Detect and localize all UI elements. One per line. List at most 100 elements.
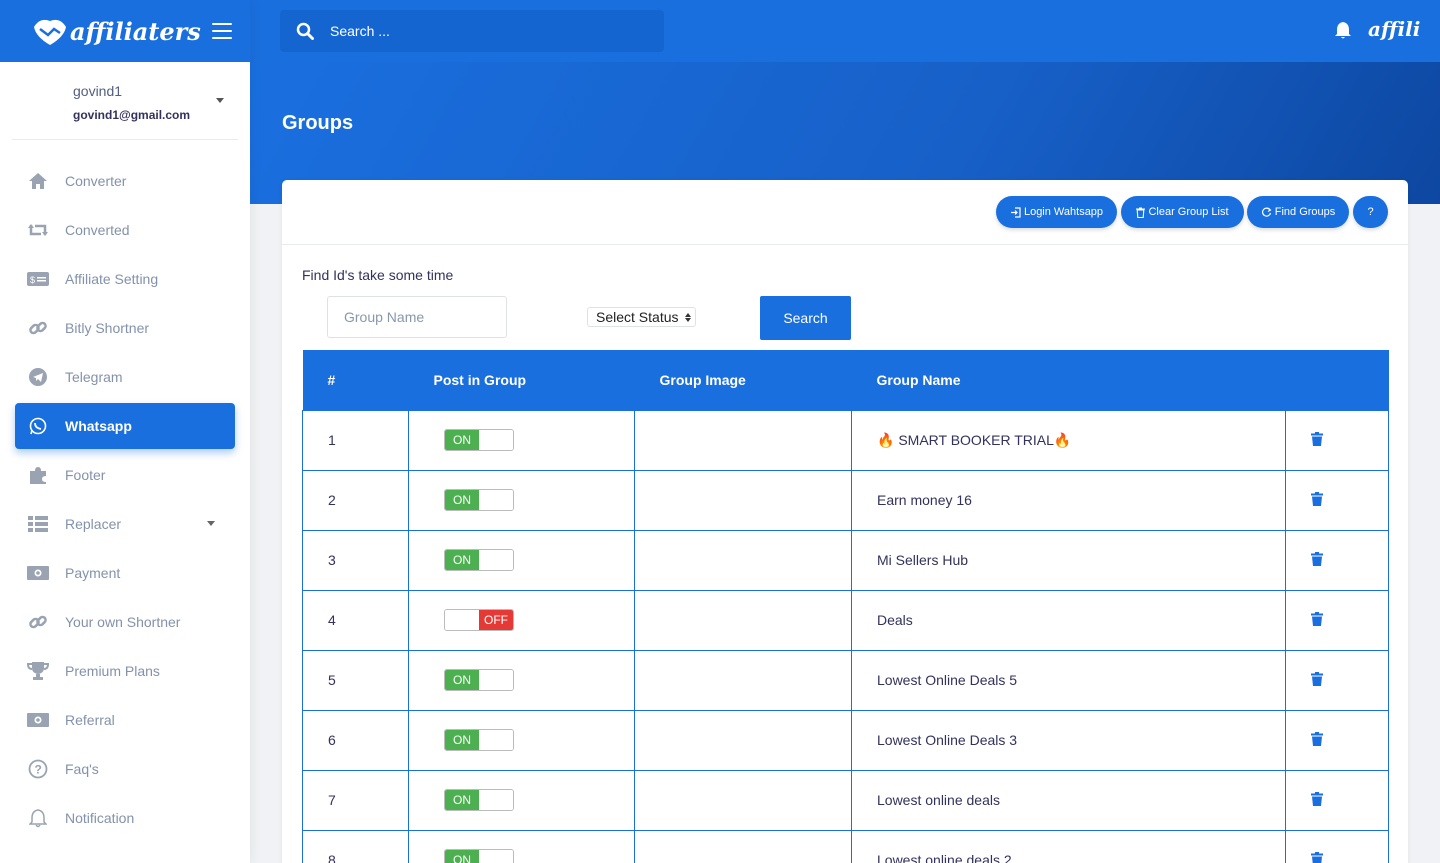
- row-actions-cell: [1285, 409, 1389, 471]
- clear-group-list-label: Clear Group List: [1148, 206, 1229, 218]
- user-profile[interactable]: govind1 govind1@gmail.com: [12, 62, 238, 140]
- table-row: 7 ON Lowest online deals: [302, 769, 1389, 831]
- group-name-cell: Lowest online deals: [851, 769, 1286, 831]
- status-select[interactable]: Select Status: [587, 307, 696, 327]
- sidebar-item-notification[interactable]: Notification: [15, 795, 235, 841]
- search-icon[interactable]: [296, 22, 314, 40]
- delete-trash-icon[interactable]: [1311, 791, 1323, 809]
- retweet-icon: [27, 219, 49, 241]
- login-whatsapp-label: Login Wahtsapp: [1023, 206, 1104, 218]
- money-check-icon: $: [27, 268, 49, 290]
- row-number: 7: [302, 769, 409, 831]
- link-icon: [27, 611, 49, 633]
- sidebar-item-converted[interactable]: Converted: [15, 207, 235, 253]
- sidebar-item-affiliate-setting[interactable]: $ Affiliate Setting: [15, 256, 235, 302]
- post-in-group-cell: ON: [408, 529, 635, 591]
- toggle-off-segment: OFF: [479, 610, 513, 630]
- delete-trash-icon[interactable]: [1311, 491, 1323, 509]
- brand-logo[interactable]: affiliaters: [30, 13, 201, 49]
- post-in-group-toggle[interactable]: ON: [444, 849, 514, 863]
- bell-icon[interactable]: [1335, 21, 1351, 40]
- post-in-group-toggle[interactable]: ON: [444, 549, 514, 571]
- table-row: 2 ON Earn money 16: [302, 469, 1389, 531]
- sidebar-item-referral[interactable]: Referral: [15, 697, 235, 743]
- row-number: 6: [302, 709, 409, 771]
- row-number: 5: [302, 649, 409, 711]
- toggle-off-segment: [479, 550, 513, 570]
- delete-trash-icon[interactable]: [1311, 611, 1323, 629]
- table-row: 6 ON Lowest Online Deals 3: [302, 709, 1389, 771]
- toggle-on-segment: ON: [445, 670, 479, 690]
- sidebar-item-footer[interactable]: Footer: [15, 452, 235, 498]
- chevron-down-icon[interactable]: [207, 521, 215, 526]
- post-in-group-toggle[interactable]: ON: [444, 729, 514, 751]
- user-email: govind1@gmail.com: [73, 108, 191, 122]
- help-label: ?: [1367, 206, 1374, 218]
- search-button[interactable]: Search: [760, 296, 851, 340]
- group-image-cell: [634, 769, 852, 831]
- row-actions-cell: [1285, 649, 1389, 711]
- delete-trash-icon[interactable]: [1311, 551, 1323, 569]
- group-name-cell: Earn money 16: [851, 469, 1286, 531]
- group-image-cell: [634, 829, 852, 863]
- delete-trash-icon[interactable]: [1311, 431, 1323, 449]
- find-groups-button[interactable]: Find Groups: [1247, 196, 1349, 228]
- delete-trash-icon[interactable]: [1311, 851, 1323, 863]
- post-in-group-toggle[interactable]: OFF: [444, 609, 514, 631]
- group-name-input[interactable]: [327, 296, 507, 338]
- row-actions-cell: [1285, 589, 1389, 651]
- find-groups-label: Find Groups: [1274, 206, 1336, 218]
- group-name-cell: 🔥 SMART BOOKER TRIAL🔥: [851, 409, 1286, 471]
- clear-group-list-button[interactable]: Clear Group List: [1121, 196, 1244, 228]
- sidebar-item-label: Premium Plans: [65, 663, 160, 679]
- handshake-logo-icon: [34, 19, 66, 45]
- menu-toggle-icon[interactable]: [212, 23, 232, 39]
- sidebar-item-label: Your own Shortner: [65, 614, 181, 630]
- sidebar-item-bitly-shortner[interactable]: Bitly Shortner: [15, 305, 235, 351]
- sidebar: affiliaters govind1 govind1@gmail.com Co…: [0, 0, 250, 863]
- post-in-group-toggle[interactable]: ON: [444, 429, 514, 451]
- groups-card: Login Wahtsapp Clear Group List Find Gro…: [282, 180, 1408, 863]
- sidebar-item-label: Bitly Shortner: [65, 320, 150, 336]
- sidebar-item-label: Converted: [65, 222, 130, 238]
- help-button[interactable]: ?: [1353, 196, 1388, 228]
- toggle-off-segment: [479, 850, 513, 863]
- sidebar-item-payment[interactable]: Payment: [15, 550, 235, 596]
- select-arrows-icon: [684, 312, 691, 322]
- post-in-group-toggle[interactable]: ON: [444, 789, 514, 811]
- row-actions-cell: [1285, 529, 1389, 591]
- sidebar-item-your-own-shortner[interactable]: Your own Shortner: [15, 599, 235, 645]
- sidebar-item-replacer[interactable]: Replacer: [15, 501, 235, 547]
- sidebar-item-whatsapp[interactable]: Whatsapp: [15, 403, 235, 449]
- sidebar-item-label: Affiliate Setting: [65, 271, 159, 287]
- sidebar-item-premium-plans[interactable]: Premium Plans: [15, 648, 235, 694]
- toggle-on-segment: ON: [445, 430, 479, 450]
- delete-trash-icon[interactable]: [1311, 731, 1323, 749]
- puzzle-icon: [27, 464, 49, 486]
- sidebar-item-telegram[interactable]: Telegram: [15, 354, 235, 400]
- sync-icon: [1261, 207, 1272, 217]
- toggle-on-segment: ON: [445, 730, 479, 750]
- search-bar[interactable]: [280, 10, 664, 52]
- post-in-group-toggle[interactable]: ON: [444, 669, 514, 691]
- sidebar-item-faqs[interactable]: ? Faq's: [15, 746, 235, 792]
- group-image-cell: [634, 409, 852, 471]
- toggle-off-segment: [479, 430, 513, 450]
- groups-table-wrap: # Post in Group Group Image Group Name 1…: [302, 350, 1389, 863]
- post-in-group-cell: OFF: [408, 589, 635, 651]
- brand-mini-logo[interactable]: affili: [1368, 17, 1420, 41]
- post-in-group-toggle[interactable]: ON: [444, 489, 514, 511]
- sidebar-item-label: Whatsapp: [65, 418, 132, 434]
- chevron-down-icon[interactable]: [216, 98, 224, 103]
- sidebar-item-converter[interactable]: Converter: [15, 158, 235, 204]
- toggle-on-segment: ON: [445, 490, 479, 510]
- find-hint: Find Id's take some time: [302, 267, 454, 283]
- delete-trash-icon[interactable]: [1311, 671, 1323, 689]
- group-name-cell: Lowest online deals 2: [851, 829, 1286, 863]
- login-whatsapp-button[interactable]: Login Wahtsapp: [996, 196, 1117, 228]
- group-name-cell: Mi Sellers Hub: [851, 529, 1286, 591]
- post-in-group-cell: ON: [408, 709, 635, 771]
- row-number: 8: [302, 829, 409, 863]
- home-icon: [27, 170, 49, 192]
- search-input[interactable]: [330, 23, 630, 39]
